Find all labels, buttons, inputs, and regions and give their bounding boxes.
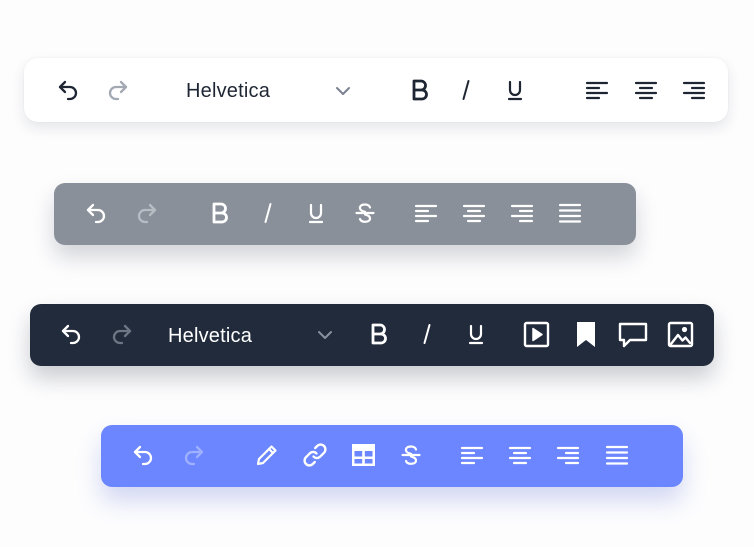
strikethrough-icon[interactable] <box>399 443 423 467</box>
bookmark-icon[interactable] <box>573 321 599 348</box>
font-family-select[interactable]: Helvetica <box>168 324 252 348</box>
chevron-down-icon[interactable] <box>333 82 353 100</box>
chevron-down-icon[interactable] <box>315 326 335 344</box>
align-center-icon[interactable] <box>634 78 658 102</box>
video-icon[interactable] <box>523 321 550 348</box>
undo-icon[interactable] <box>59 322 83 346</box>
undo-icon[interactable] <box>84 201 108 225</box>
align-left-icon[interactable] <box>585 78 609 102</box>
table-icon[interactable] <box>351 443 376 467</box>
align-justify-icon[interactable] <box>605 443 629 467</box>
italic-icon[interactable] <box>256 201 280 225</box>
italic-icon[interactable] <box>415 322 439 346</box>
font-family-select[interactable]: Helvetica <box>186 79 270 103</box>
align-center-icon[interactable] <box>462 201 486 225</box>
underline-icon[interactable] <box>503 78 527 102</box>
italic-icon[interactable] <box>454 78 478 102</box>
undo-icon[interactable] <box>131 443 155 467</box>
redo-icon[interactable] <box>135 201 159 225</box>
redo-icon[interactable] <box>106 78 130 102</box>
underline-icon[interactable] <box>464 322 488 346</box>
toolbar-dark: Helvetica <box>30 304 714 366</box>
pencil-icon[interactable] <box>255 443 279 467</box>
toolbar-blue <box>101 425 683 487</box>
align-right-icon[interactable] <box>556 443 580 467</box>
bold-icon[interactable] <box>367 322 391 346</box>
align-justify-icon[interactable] <box>558 201 582 225</box>
align-center-icon[interactable] <box>508 443 532 467</box>
image-icon[interactable] <box>667 321 694 348</box>
underline-icon[interactable] <box>304 201 328 225</box>
strikethrough-icon[interactable] <box>353 201 377 225</box>
link-icon[interactable] <box>302 442 328 468</box>
bold-icon[interactable] <box>408 78 432 102</box>
align-right-icon[interactable] <box>510 201 534 225</box>
align-right-icon[interactable] <box>682 78 706 102</box>
redo-icon[interactable] <box>110 322 134 346</box>
toolbar-white: Helvetica <box>24 58 728 122</box>
bold-icon[interactable] <box>208 201 232 225</box>
comment-icon[interactable] <box>618 321 648 349</box>
undo-icon[interactable] <box>56 78 80 102</box>
align-left-icon[interactable] <box>414 201 438 225</box>
toolbar-gray <box>54 183 636 245</box>
align-left-icon[interactable] <box>460 443 484 467</box>
redo-icon[interactable] <box>182 443 206 467</box>
